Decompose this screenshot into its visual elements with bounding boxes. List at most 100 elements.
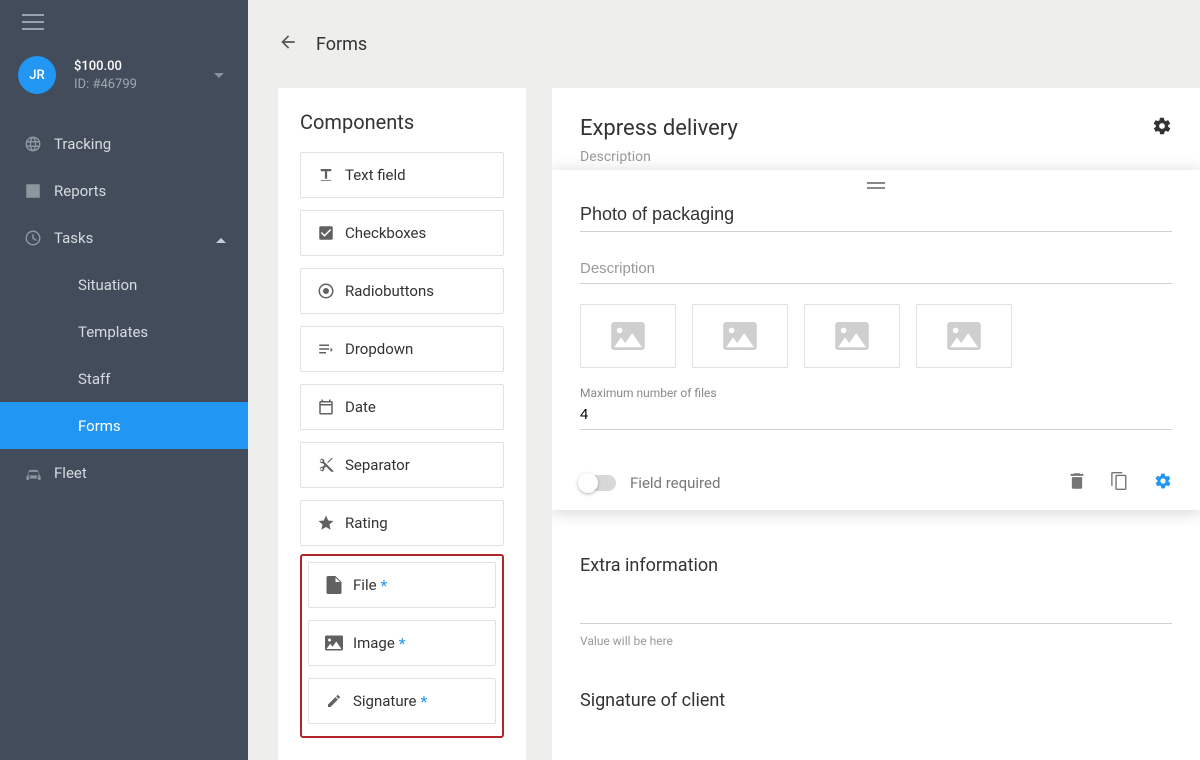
calendar-icon	[313, 398, 339, 416]
nav-label: Tasks	[54, 229, 93, 247]
sidebar: JR $100.00 ID: #46799 Tracking Reports	[0, 0, 248, 760]
nav-reports[interactable]: Reports	[0, 167, 248, 214]
component-label: Signature	[353, 692, 417, 710]
car-icon	[24, 465, 54, 481]
drag-handle-icon	[867, 182, 885, 190]
nav-staff[interactable]: Staff	[0, 355, 248, 402]
component-label: Text field	[345, 166, 406, 184]
component-rating[interactable]: Rating	[300, 500, 504, 546]
nav-label: Templates	[78, 323, 148, 341]
avatar: JR	[18, 56, 56, 94]
hamburger-menu[interactable]	[0, 0, 248, 46]
caret-down-icon	[214, 67, 224, 83]
section-extra-info: Extra information	[580, 555, 1172, 576]
nav-tasks[interactable]: Tasks	[0, 214, 248, 261]
field-title-input[interactable]	[580, 198, 1172, 232]
topbar: Forms	[248, 0, 1200, 88]
component-signature[interactable]: Signature *	[308, 678, 496, 724]
image-icon	[321, 635, 347, 651]
form-settings-button[interactable]	[1152, 116, 1172, 140]
form-description-label: Description	[580, 149, 738, 165]
workspace: Components Text field Checkboxes	[248, 88, 1200, 760]
component-radiobuttons[interactable]: Radiobuttons	[300, 268, 504, 314]
chevron-up-icon	[216, 229, 226, 247]
nav-fleet[interactable]: Fleet	[0, 449, 248, 496]
required-label: Field required	[630, 474, 720, 492]
component-separator[interactable]: Separator	[300, 442, 504, 488]
arrow-left-icon	[278, 32, 298, 52]
nav-label: Fleet	[54, 464, 87, 482]
pencil-icon	[321, 693, 347, 709]
component-label: Date	[345, 398, 376, 416]
nav-tracking[interactable]: Tracking	[0, 120, 248, 167]
field-description-input[interactable]	[580, 254, 1172, 284]
premium-asterisk: *	[421, 692, 428, 711]
star-icon	[313, 514, 339, 532]
chart-icon	[24, 182, 54, 200]
checkbox-icon	[313, 224, 339, 242]
required-toggle[interactable]	[580, 475, 616, 491]
nav-label: Forms	[78, 417, 121, 435]
highlighted-components: File * Image * Signature	[300, 554, 504, 738]
account-id: ID: #46799	[74, 77, 137, 92]
image-slot[interactable]	[916, 304, 1012, 368]
component-label: Separator	[345, 456, 410, 474]
gear-icon	[1154, 472, 1172, 490]
value-hint: Value will be here	[580, 634, 1172, 648]
nav-label: Reports	[54, 182, 106, 200]
components-panel: Components Text field Checkboxes	[278, 88, 526, 760]
gear-icon	[1152, 116, 1172, 136]
component-date[interactable]: Date	[300, 384, 504, 430]
page-title: Forms	[316, 34, 367, 55]
hamburger-icon	[22, 14, 44, 30]
form-title: Express delivery	[580, 116, 738, 141]
image-placeholders	[580, 304, 1172, 368]
nav-label: Tracking	[54, 135, 111, 153]
image-slot[interactable]	[692, 304, 788, 368]
file-icon	[321, 576, 347, 594]
duplicate-button[interactable]	[1111, 472, 1128, 494]
component-label: Dropdown	[345, 340, 413, 358]
max-files-label: Maximum number of files	[580, 386, 1172, 400]
nav-situation[interactable]: Situation	[0, 261, 248, 308]
component-label: File	[353, 576, 377, 594]
back-button[interactable]	[278, 32, 298, 56]
max-files-input[interactable]	[580, 402, 1172, 430]
component-image[interactable]: Image *	[308, 620, 496, 666]
nav-forms[interactable]: Forms	[0, 402, 248, 449]
dropdown-icon	[313, 340, 339, 358]
field-editor-card: Maximum number of files Field required	[552, 170, 1200, 510]
copy-icon	[1111, 472, 1128, 490]
nav-label: Staff	[78, 370, 110, 388]
form-body: Extra information Value will be here Sig…	[580, 555, 1172, 711]
scissors-icon	[313, 456, 339, 474]
component-file[interactable]: File *	[308, 562, 496, 608]
image-slot[interactable]	[804, 304, 900, 368]
clock-icon	[24, 229, 54, 247]
account-dropdown[interactable]: JR $100.00 ID: #46799	[0, 46, 248, 110]
text-field-preview[interactable]	[580, 606, 1172, 624]
component-label: Radiobuttons	[345, 282, 434, 300]
globe-icon	[24, 135, 54, 153]
component-label: Rating	[345, 514, 388, 532]
premium-asterisk: *	[381, 576, 388, 595]
primary-nav: Tracking Reports Tasks Situation Templat…	[0, 120, 248, 496]
radio-icon	[313, 282, 339, 300]
component-dropdown[interactable]: Dropdown	[300, 326, 504, 372]
account-balance: $100.00	[74, 59, 137, 74]
section-signature: Signature of client	[580, 690, 1172, 711]
trash-icon	[1069, 472, 1085, 490]
main-area: Forms Components Text field Checkboxes	[248, 0, 1200, 760]
image-slot[interactable]	[580, 304, 676, 368]
components-heading: Components	[300, 110, 504, 134]
drag-handle[interactable]	[867, 178, 885, 194]
field-settings-button[interactable]	[1154, 472, 1172, 494]
nav-templates[interactable]: Templates	[0, 308, 248, 355]
text-field-icon	[313, 166, 339, 184]
delete-button[interactable]	[1069, 472, 1085, 494]
component-label: Image	[353, 634, 395, 652]
component-checkboxes[interactable]: Checkboxes	[300, 210, 504, 256]
nav-label: Situation	[78, 276, 137, 294]
form-editor: Express delivery Description	[552, 88, 1200, 760]
component-text-field[interactable]: Text field	[300, 152, 504, 198]
